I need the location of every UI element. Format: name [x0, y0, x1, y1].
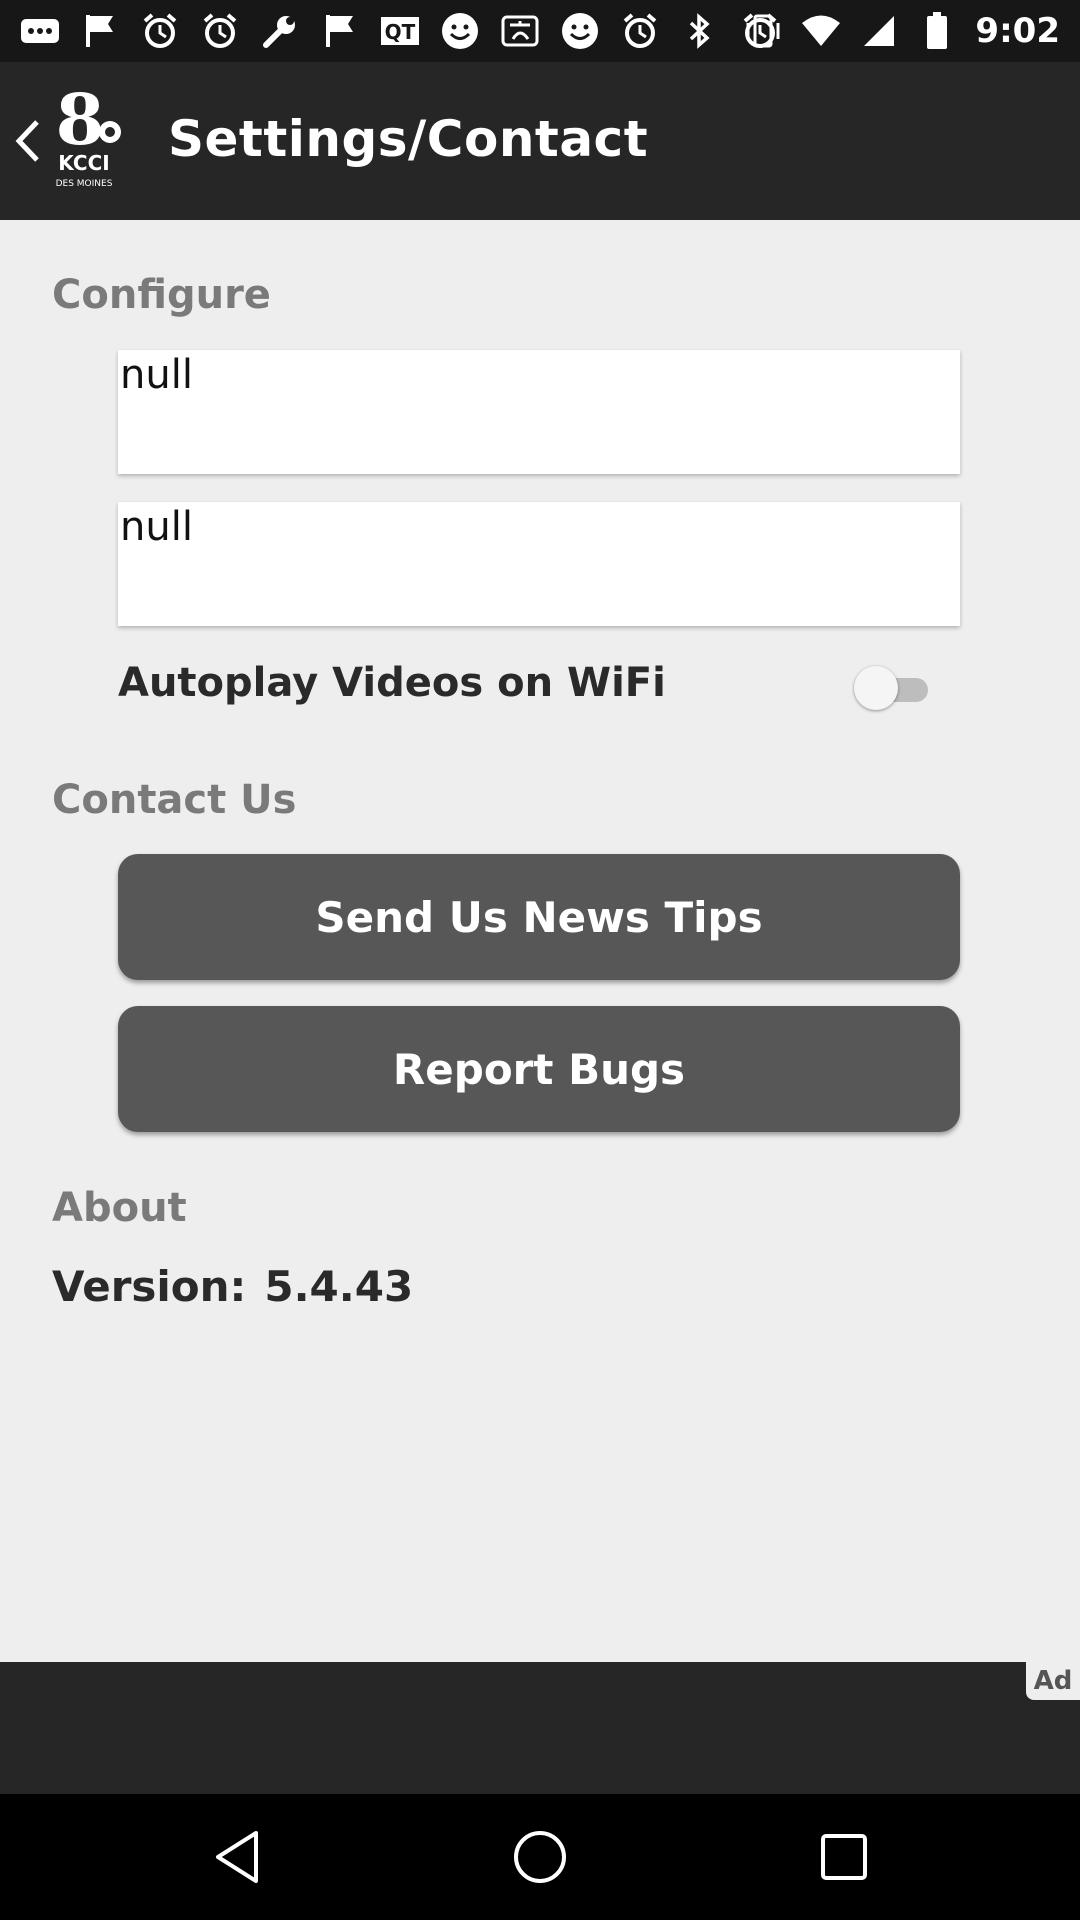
signal-icon	[859, 11, 899, 51]
autoplay-label: Autoplay Videos on WiFi	[118, 660, 666, 706]
triangle-back-icon	[216, 1831, 258, 1883]
smiley-icon	[440, 11, 480, 51]
nav-home-button[interactable]	[510, 1827, 570, 1887]
toggle-thumb	[854, 666, 898, 710]
bluetooth-icon	[680, 11, 720, 51]
circle-home-icon	[514, 1831, 566, 1883]
autoplay-row: Autoplay Videos on WiFi	[118, 660, 960, 716]
smiley-icon	[560, 11, 600, 51]
notification-icons: QT	[20, 10, 780, 52]
config-field-1-value: null	[120, 352, 193, 398]
version-label: Version:	[52, 1262, 247, 1311]
config-field-2-value: null	[120, 504, 193, 550]
version-row: Version: 5.4.43	[52, 1262, 431, 1311]
system-status: 9:02	[743, 8, 1060, 54]
ad-badge: Ad	[1026, 1662, 1080, 1700]
config-field-1[interactable]: null	[118, 350, 960, 474]
alarm-icon	[620, 11, 660, 51]
ad-banner[interactable]: Ad	[0, 1662, 1080, 1794]
wifi-icon	[801, 11, 841, 51]
status-bar: QT 9:02	[0, 0, 1080, 62]
nav-recents-button[interactable]	[814, 1827, 874, 1887]
square-recents-icon	[821, 1834, 867, 1880]
svg-text:DES MOINES: DES MOINES	[56, 179, 113, 189]
alarm-icon	[140, 11, 180, 51]
app-bar: 8 KCCI DES MOINES Settings/Contact	[0, 62, 1080, 220]
autoplay-toggle[interactable]	[854, 666, 930, 710]
alarm-icon	[200, 11, 240, 51]
vibrate-icon	[743, 11, 783, 51]
more-dots-icon	[20, 11, 60, 51]
svg-text:8: 8	[56, 86, 105, 161]
qt-icon: QT	[380, 11, 420, 51]
system-nav-bar	[0, 1794, 1080, 1920]
kcci-logo: 8 KCCI DES MOINES	[40, 78, 128, 194]
nav-back-button[interactable]	[207, 1827, 267, 1887]
wrench-icon	[260, 11, 300, 51]
svg-text:KCCI: KCCI	[58, 151, 109, 175]
configure-header: Configure	[52, 272, 271, 318]
page-title: Settings/Contact	[168, 110, 649, 168]
report-bugs-button[interactable]: Report Bugs	[118, 1006, 960, 1132]
version-value: 5.4.43	[264, 1262, 414, 1311]
clock: 9:02	[975, 11, 1060, 51]
flag-icon	[320, 11, 360, 51]
flag-icon	[80, 11, 120, 51]
config-field-2[interactable]: null	[118, 502, 960, 626]
about-header: About	[52, 1185, 187, 1231]
svg-text:QT: QT	[385, 20, 416, 44]
send-news-tips-button[interactable]: Send Us News Tips	[118, 854, 960, 980]
contact-us-header: Contact Us	[52, 777, 297, 823]
battery-icon	[917, 11, 957, 51]
translate-icon	[500, 11, 540, 51]
chevron-left-icon	[15, 120, 39, 162]
